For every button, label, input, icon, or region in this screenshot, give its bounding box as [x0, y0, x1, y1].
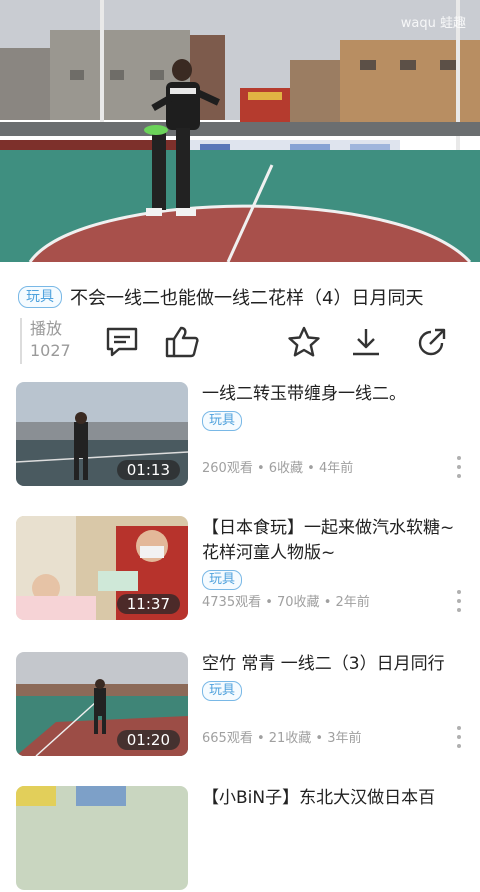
favorite-star-icon — [288, 326, 320, 357]
list-item[interactable]: 11:37 【日本食玩】一起来做汽水软糖~花样河童人物版~ 玩具 4735观看 … — [16, 516, 472, 622]
item-title: 【日本食玩】一起来做汽水软糖~花样河童人物版~ — [202, 518, 455, 563]
item-info: 空竹 常青 一线二（3）日月同行 玩具 665观看 • 21收藏 • 3年前 — [202, 652, 464, 756]
duration-badge: 11:37 — [116, 594, 180, 614]
play-count: 播放 1027 — [20, 318, 74, 364]
video-title-row: 玩具 不会一线二也能做一线二花样（4）日月同天 — [18, 282, 468, 312]
video-player[interactable]: waqu 蛙趣 — [0, 0, 480, 262]
video-thumbnail[interactable] — [16, 786, 188, 890]
video-thumbnail[interactable]: 01:20 — [16, 652, 188, 756]
more-options-button[interactable] — [454, 590, 464, 612]
download-icon — [353, 329, 379, 356]
list-item[interactable]: 【小BiN子】东北大汉做日本百 — [16, 786, 472, 892]
like-button[interactable] — [162, 322, 202, 362]
video-thumbnail[interactable]: 01:13 — [16, 382, 188, 486]
item-title: 一线二转玉带缠身一线二。 — [202, 384, 406, 404]
share-icon — [418, 328, 446, 356]
item-info: 【小BiN子】东北大汉做日本百 — [202, 786, 464, 890]
item-meta: 260观看 • 6收藏 • 4年前 — [202, 461, 354, 476]
watermark: waqu 蛙趣 — [400, 16, 466, 31]
duration-badge: 01:20 — [116, 730, 180, 750]
play-count-value: 1027 — [30, 341, 71, 360]
list-item[interactable]: 01:13 一线二转玉带缠身一线二。 玩具 260观看 • 6收藏 • 4年前 — [16, 382, 472, 488]
thumbnail-image — [16, 786, 188, 890]
item-tag[interactable]: 玩具 — [202, 411, 243, 431]
share-button[interactable] — [412, 322, 452, 362]
list-item[interactable]: 01:20 空竹 常青 一线二（3）日月同行 玩具 665观看 • 21收藏 •… — [16, 652, 472, 758]
duration-badge: 01:13 — [116, 460, 180, 480]
video-title: 不会一线二也能做一线二花样（4）日月同天 — [70, 288, 424, 309]
favorite-button[interactable] — [284, 322, 324, 362]
item-tag[interactable]: 玩具 — [202, 681, 243, 701]
item-info: 一线二转玉带缠身一线二。 玩具 260观看 • 6收藏 • 4年前 — [202, 382, 464, 486]
item-title: 空竹 常青 一线二（3）日月同行 — [202, 654, 445, 674]
comment-icon — [106, 327, 138, 357]
action-bar: 播放 1027 — [0, 314, 480, 370]
video-thumbnail[interactable]: 11:37 — [16, 516, 188, 620]
item-meta: 665观看 • 21收藏 • 3年前 — [202, 731, 362, 746]
download-button[interactable] — [346, 322, 386, 362]
comment-button[interactable] — [102, 322, 142, 362]
category-tag[interactable]: 玩具 — [18, 286, 62, 308]
item-tag[interactable]: 玩具 — [202, 570, 243, 590]
item-title: 【小BiN子】东北大汉做日本百 — [202, 788, 436, 808]
more-options-button[interactable] — [454, 456, 464, 478]
item-meta: 4735观看 • 70收藏 • 2年前 — [202, 595, 370, 610]
item-info: 【日本食玩】一起来做汽水软糖~花样河童人物版~ 玩具 4735观看 • 70收藏… — [202, 516, 464, 620]
play-count-label: 播放 — [30, 319, 63, 338]
like-icon — [165, 326, 199, 358]
video-frame — [0, 0, 480, 262]
more-options-button[interactable] — [454, 726, 464, 748]
